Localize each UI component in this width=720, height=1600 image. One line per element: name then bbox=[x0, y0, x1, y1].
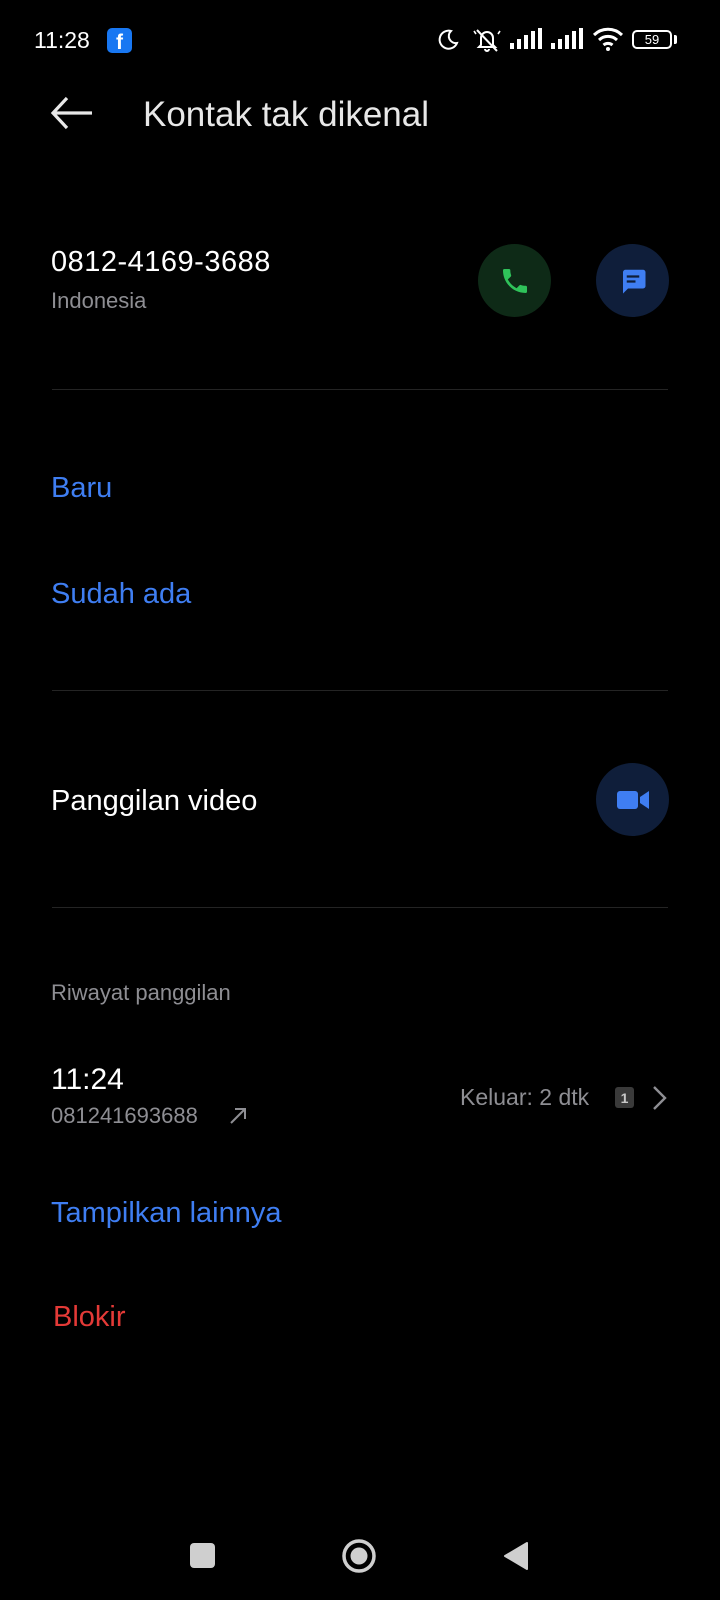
divider bbox=[52, 907, 668, 908]
video-call-label: Panggilan video bbox=[51, 785, 258, 817]
call-log-number: 081241693688 bbox=[51, 1103, 198, 1128]
country-label: Indonesia bbox=[51, 288, 147, 313]
call-log-time: 11:24 bbox=[51, 1063, 124, 1096]
back-button[interactable] bbox=[502, 1540, 530, 1572]
message-icon bbox=[622, 269, 645, 293]
home-button[interactable] bbox=[341, 1538, 377, 1574]
divider bbox=[52, 690, 668, 691]
divider bbox=[52, 389, 668, 390]
battery-icon: 59 bbox=[632, 30, 672, 49]
new-contact-button[interactable]: Baru bbox=[51, 472, 112, 505]
phone-number: 0812-4169-3688 bbox=[51, 246, 271, 278]
signal-icon bbox=[551, 28, 583, 49]
call-log-duration: Keluar: 2 dtk bbox=[460, 1084, 590, 1110]
facebook-icon: f bbox=[107, 28, 132, 53]
existing-contact-button[interactable]: Sudah ada bbox=[51, 578, 191, 611]
chevron-right-icon bbox=[653, 1086, 667, 1110]
phone-icon bbox=[502, 268, 527, 293]
status-time: 11:28 bbox=[34, 27, 90, 53]
mute-icon bbox=[473, 29, 501, 52]
video-camera-icon bbox=[616, 790, 649, 809]
call-button[interactable] bbox=[478, 244, 551, 317]
arrow-left-icon[interactable] bbox=[50, 95, 94, 131]
outgoing-arrow-icon bbox=[230, 1108, 246, 1124]
sim-badge: 1 bbox=[615, 1087, 634, 1108]
moon-icon bbox=[438, 29, 459, 50]
wifi-icon bbox=[592, 27, 624, 51]
call-log-row[interactable]: 11:24 081241693688 Keluar: 2 dtk 1 bbox=[0, 1050, 720, 1140]
video-call-button[interactable] bbox=[596, 763, 669, 836]
show-more-button[interactable]: Tampilkan lainnya bbox=[51, 1197, 282, 1230]
battery-tip bbox=[674, 35, 677, 44]
recent-apps-button[interactable] bbox=[190, 1543, 215, 1568]
page-title: Kontak tak dikenal bbox=[143, 95, 430, 134]
block-button[interactable]: Blokir bbox=[53, 1301, 126, 1334]
message-button[interactable] bbox=[596, 244, 669, 317]
signal-icon bbox=[510, 28, 542, 49]
call-history-title: Riwayat panggilan bbox=[51, 980, 231, 1005]
